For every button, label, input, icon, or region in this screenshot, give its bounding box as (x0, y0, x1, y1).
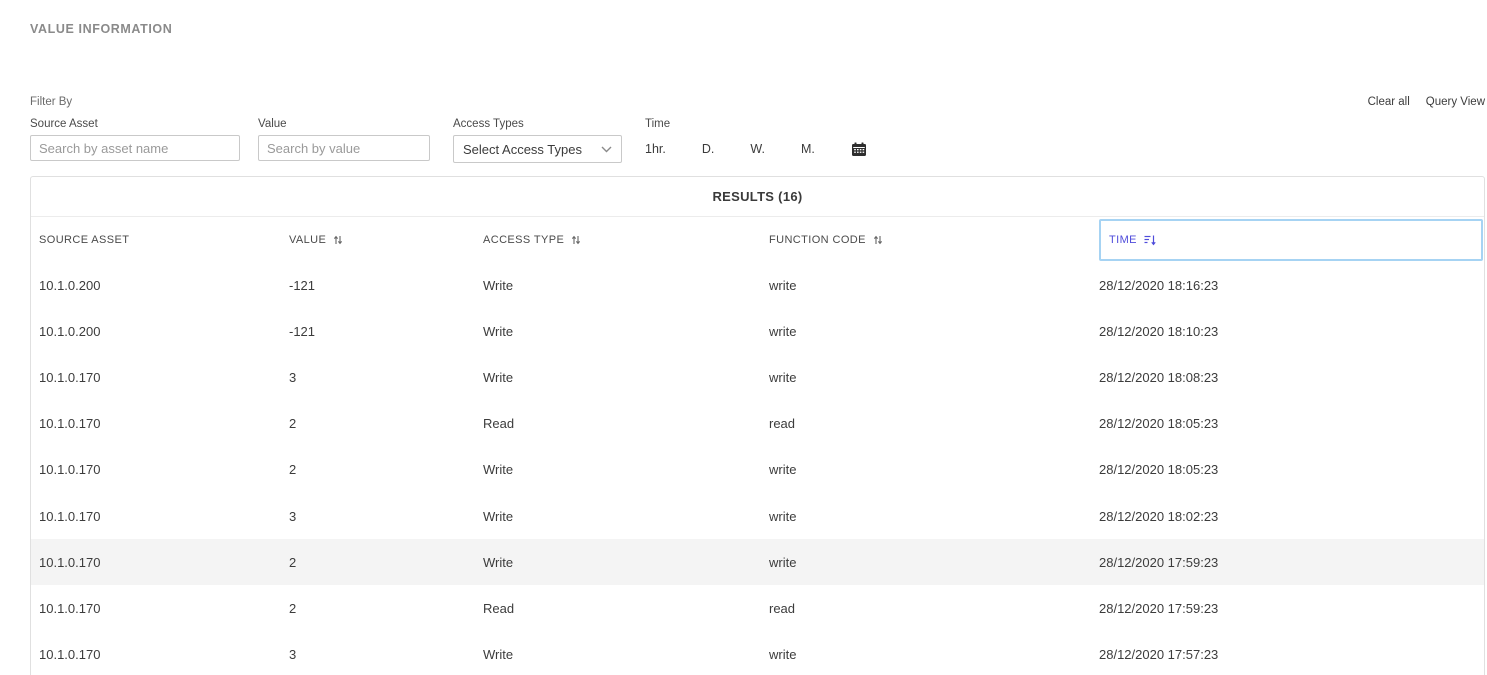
cell-value: 2 (289, 555, 483, 570)
access-types-field: Access Types Select Access Types (453, 118, 622, 163)
table-row[interactable]: 10.1.0.200 -121 Write write 28/12/2020 1… (31, 262, 1484, 308)
value-field: Value (258, 118, 430, 161)
table-row[interactable]: 10.1.0.170 3 Write write 28/12/2020 18:0… (31, 493, 1484, 539)
sort-updown-icon[interactable] (873, 234, 883, 246)
time-option-week[interactable]: W. (750, 142, 765, 156)
table-body: 10.1.0.200 -121 Write write 28/12/2020 1… (31, 262, 1484, 675)
cell-value: 3 (289, 647, 483, 662)
cell-value: 2 (289, 416, 483, 431)
filter-header-links: Clear all Query View (1368, 96, 1485, 108)
sort-desc-icon[interactable] (1144, 234, 1156, 246)
table-row[interactable]: 10.1.0.170 3 Write write 28/12/2020 18:0… (31, 354, 1484, 400)
filter-header: Filter By Clear all Query View (30, 96, 1485, 108)
time-option-day[interactable]: D. (702, 142, 715, 156)
cell-time: 28/12/2020 18:10:23 (1099, 324, 1484, 339)
column-header-value[interactable]: VALUE (289, 234, 483, 246)
source-asset-field: Source Asset (30, 118, 240, 161)
page-title: VALUE INFORMATION (30, 22, 172, 36)
table-row[interactable]: 10.1.0.170 2 Read read 28/12/2020 17:59:… (31, 585, 1484, 631)
cell-time: 28/12/2020 18:08:23 (1099, 370, 1484, 385)
cell-source-asset: 10.1.0.200 (31, 278, 289, 293)
cell-time: 28/12/2020 18:16:23 (1099, 278, 1484, 293)
results-bar: RESULTS (16) (31, 177, 1484, 217)
cell-value: 3 (289, 370, 483, 385)
cell-source-asset: 10.1.0.170 (31, 647, 289, 662)
cell-time: 28/12/2020 18:05:23 (1099, 416, 1484, 431)
column-header-function-code[interactable]: FUNCTION CODE (769, 234, 1099, 246)
cell-source-asset: 10.1.0.200 (31, 324, 289, 339)
results-panel: RESULTS (16) SOURCE ASSET VALUE ACCESS T… (30, 176, 1485, 675)
cell-function-code: write (769, 509, 1099, 524)
cell-time: 28/12/2020 17:57:23 (1099, 647, 1484, 662)
cell-access-type: Write (483, 324, 769, 339)
cell-source-asset: 10.1.0.170 (31, 555, 289, 570)
cell-access-type: Write (483, 509, 769, 524)
sort-updown-icon[interactable] (571, 234, 581, 246)
cell-function-code: write (769, 370, 1099, 385)
source-asset-label: Source Asset (30, 118, 240, 130)
cell-function-code: write (769, 278, 1099, 293)
column-header-source-asset[interactable]: SOURCE ASSET (31, 234, 289, 246)
cell-value: -121 (289, 324, 483, 339)
value-information-page: VALUE INFORMATION Filter By Clear all Qu… (0, 0, 1487, 675)
cell-access-type: Write (483, 370, 769, 385)
cell-function-code: write (769, 647, 1099, 662)
calendar-icon[interactable] (851, 142, 867, 157)
cell-time: 28/12/2020 18:05:23 (1099, 462, 1484, 477)
table-row[interactable]: 10.1.0.170 2 Write write 28/12/2020 17:5… (31, 539, 1484, 585)
cell-access-type: Write (483, 647, 769, 662)
cell-function-code: read (769, 416, 1099, 431)
table-row[interactable]: 10.1.0.170 2 Write write 28/12/2020 18:0… (31, 447, 1484, 493)
time-label: Time (645, 118, 867, 130)
cell-value: -121 (289, 278, 483, 293)
time-filter-group: Time 1hr. D. W. M. (645, 118, 867, 163)
cell-source-asset: 10.1.0.170 (31, 462, 289, 477)
access-types-selected-value: Select Access Types (463, 142, 582, 157)
cell-function-code: write (769, 462, 1099, 477)
value-input[interactable] (258, 135, 430, 161)
cell-source-asset: 10.1.0.170 (31, 416, 289, 431)
column-header-time-active[interactable]: TIME (1099, 219, 1483, 261)
value-label: Value (258, 118, 430, 130)
column-header-access-type[interactable]: ACCESS TYPE (483, 234, 769, 246)
cell-time: 28/12/2020 17:59:23 (1099, 555, 1484, 570)
table-header-row: SOURCE ASSET VALUE ACCESS TYPE FUNCTION … (31, 217, 1484, 262)
cell-time: 28/12/2020 18:02:23 (1099, 509, 1484, 524)
access-types-select[interactable]: Select Access Types (453, 135, 622, 163)
cell-function-code: write (769, 555, 1099, 570)
cell-source-asset: 10.1.0.170 (31, 509, 289, 524)
cell-access-type: Write (483, 462, 769, 477)
table-row[interactable]: 10.1.0.170 2 Read read 28/12/2020 18:05:… (31, 401, 1484, 447)
time-option-month[interactable]: M. (801, 142, 815, 156)
cell-value: 2 (289, 462, 483, 477)
filter-by-label: Filter By (30, 96, 72, 108)
source-asset-input[interactable] (30, 135, 240, 161)
cell-value: 2 (289, 601, 483, 616)
cell-function-code: read (769, 601, 1099, 616)
time-options: 1hr. D. W. M. (645, 135, 867, 163)
table-row[interactable]: 10.1.0.170 3 Write write 28/12/2020 17:5… (31, 632, 1484, 675)
cell-source-asset: 10.1.0.170 (31, 370, 289, 385)
time-option-1hr[interactable]: 1hr. (645, 142, 666, 156)
cell-value: 3 (289, 509, 483, 524)
cell-access-type: Write (483, 278, 769, 293)
cell-function-code: write (769, 324, 1099, 339)
clear-all-button[interactable]: Clear all (1368, 96, 1410, 108)
cell-access-type: Read (483, 601, 769, 616)
cell-time: 28/12/2020 17:59:23 (1099, 601, 1484, 616)
cell-access-type: Read (483, 416, 769, 431)
sort-updown-icon[interactable] (333, 234, 343, 246)
chevron-down-icon (601, 140, 612, 158)
filter-controls: Source Asset Value Access Types Select A… (30, 118, 867, 163)
cell-access-type: Write (483, 555, 769, 570)
query-view-button[interactable]: Query View (1426, 96, 1485, 108)
column-header-time: TIME (1099, 219, 1484, 261)
cell-source-asset: 10.1.0.170 (31, 601, 289, 616)
table-row[interactable]: 10.1.0.200 -121 Write write 28/12/2020 1… (31, 308, 1484, 354)
access-types-label: Access Types (453, 118, 622, 130)
results-count-title: RESULTS (16) (712, 189, 802, 204)
